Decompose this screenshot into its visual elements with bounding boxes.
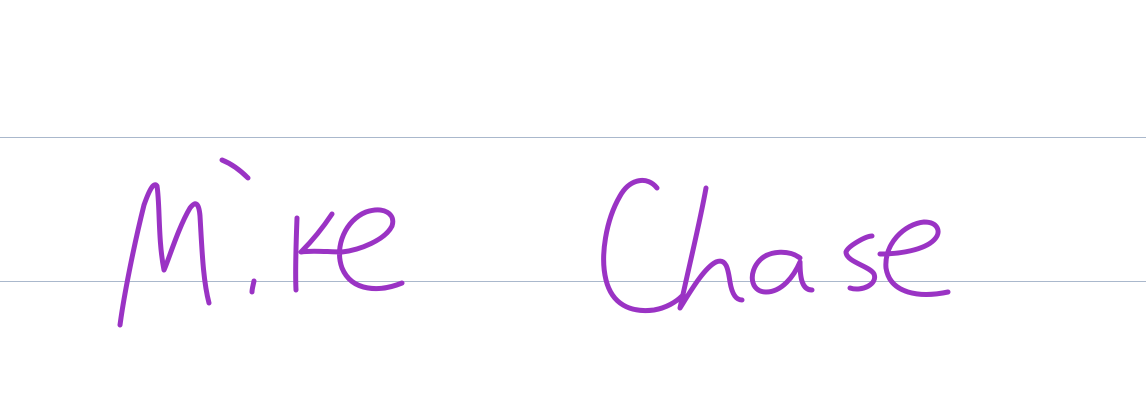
- stroke-C: [601, 178, 685, 314]
- stroke-a: [749, 249, 815, 295]
- signature-canvas[interactable]: Mike Chase: [0, 0, 1146, 400]
- stroke-i-mark: [219, 157, 251, 181]
- stroke-h: [677, 185, 745, 311]
- stroke-i-stem: [249, 278, 257, 295]
- stroke-k-stem: [293, 215, 300, 293]
- handwritten-signature: [117, 157, 951, 328]
- stroke-M: [117, 182, 212, 328]
- stroke-ke: [298, 207, 405, 291]
- stroke-e: [877, 219, 951, 297]
- stroke-s: [843, 233, 878, 292]
